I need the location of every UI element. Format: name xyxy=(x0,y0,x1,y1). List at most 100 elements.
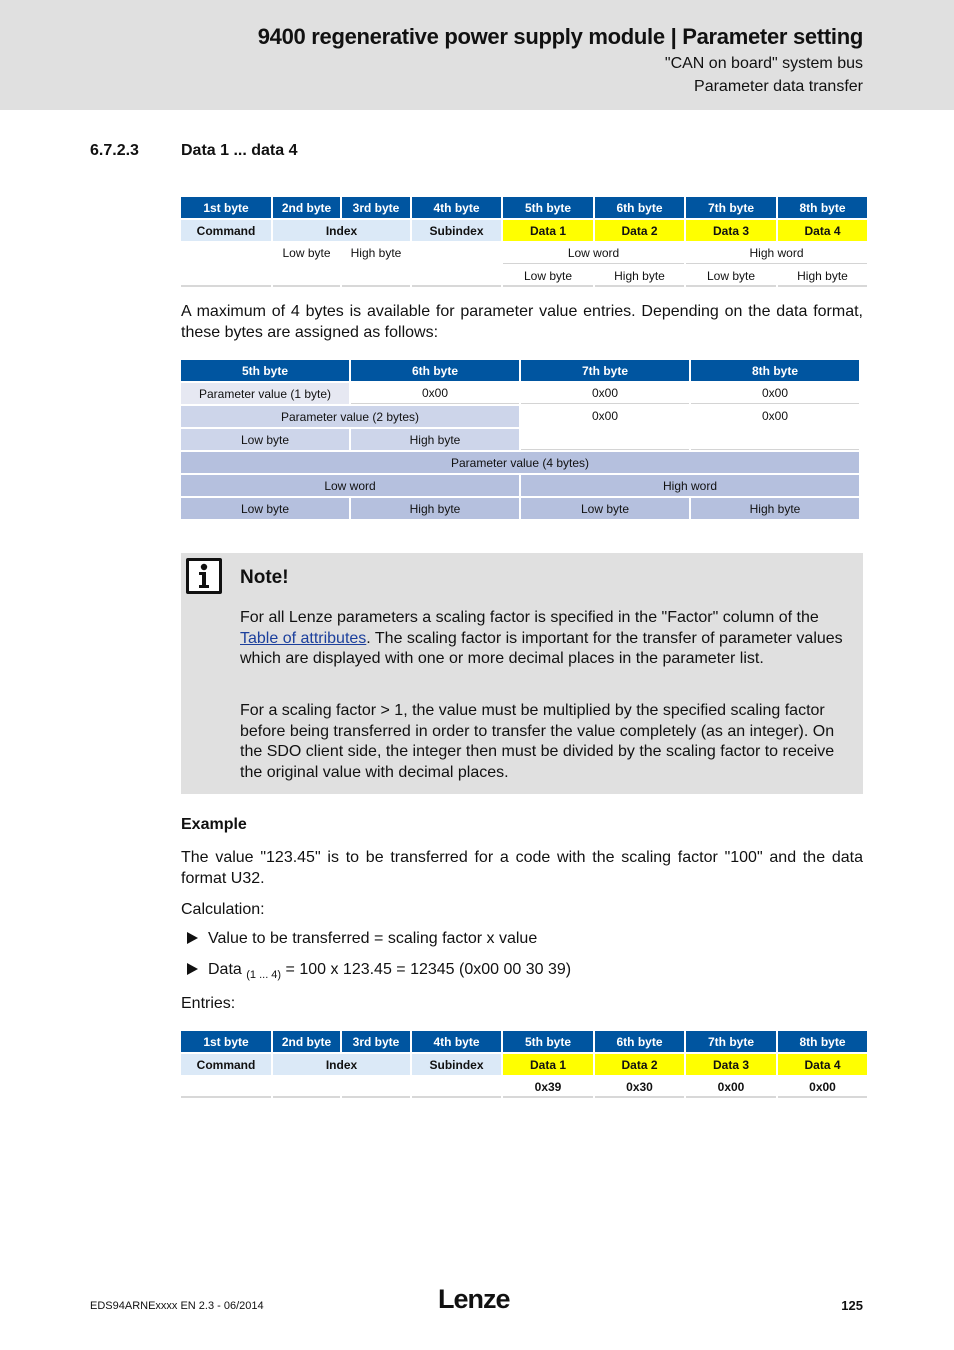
bullet-item: Value to be transferred = scaling factor… xyxy=(187,930,537,948)
header-cell: 6th byte xyxy=(351,360,519,381)
page-header: 9400 regenerative power supply module | … xyxy=(0,0,954,110)
header-cell: 5th byte xyxy=(503,1031,593,1052)
table-row: Parameter value (4 bytes) xyxy=(181,452,859,473)
table-row: Low byte High byte Low word High word xyxy=(181,243,867,287)
index-cell: Index xyxy=(273,1054,410,1075)
byte-cell: Low byte xyxy=(686,266,776,287)
byte-layout-table: 1st byte 2nd byte 3rd byte 4th byte 5th … xyxy=(179,195,869,289)
byte-cell: High byte xyxy=(595,266,684,287)
lenze-logo: Lenze xyxy=(438,1284,511,1314)
parameter-value-table: 5th byte 6th byte 7th byte 8th byte Para… xyxy=(179,358,861,521)
data-cell: Data 3 xyxy=(686,220,776,241)
bullet-text: Value to be transferred = scaling factor… xyxy=(208,930,538,947)
example-paragraph: The value "123.45" is to be transferred … xyxy=(181,849,863,887)
header-cell: 5th byte xyxy=(503,197,593,218)
param-1byte-cell: Parameter value (1 byte) xyxy=(181,383,349,404)
low-word-cell: Low word xyxy=(181,475,519,496)
table-row: Command Index Subindex Data 1 Data 2 Dat… xyxy=(181,220,867,241)
table-header-row: 5th byte 6th byte 7th byte 8th byte xyxy=(181,360,859,381)
subindex-cell: Subindex xyxy=(412,1054,501,1075)
value-cell: 0x00 xyxy=(521,406,689,450)
byte-cell: Low byte xyxy=(503,266,593,287)
value-cell: 0x00 xyxy=(778,1077,867,1098)
subindex-cell: Subindex xyxy=(412,220,501,241)
section-subtitle: Parameter data transfer xyxy=(694,78,863,95)
header-cell: 8th byte xyxy=(691,360,859,381)
empty-cell xyxy=(181,1077,271,1098)
data-cell: Data 4 xyxy=(778,220,867,241)
table-header-row: 1st byte 2nd byte 3rd byte 4th byte 5th … xyxy=(181,1031,867,1052)
empty-cell xyxy=(412,1077,501,1098)
table-row: Low word High word xyxy=(181,475,859,496)
data-cell: Data 1 xyxy=(503,220,593,241)
header-cell: 2nd byte xyxy=(273,197,340,218)
header-cell: 6th byte xyxy=(595,197,684,218)
document-id: EDS94ARNExxxx EN 2.3 - 06/2014 xyxy=(90,1300,264,1312)
header-cell: 2nd byte xyxy=(273,1031,340,1052)
header-cell: 1st byte xyxy=(181,1031,271,1052)
param-4bytes-cell: Parameter value (4 bytes) xyxy=(181,452,859,473)
table-row: Command Index Subindex Data 1 Data 2 Dat… xyxy=(181,1054,867,1075)
entries-label: Entries: xyxy=(181,995,236,1012)
header-cell: 7th byte xyxy=(686,1031,776,1052)
byte-cell: Low byte xyxy=(521,498,689,519)
data-cell: Data 1 xyxy=(503,1054,593,1075)
header-cell: 4th byte xyxy=(412,1031,501,1052)
value-cell: 0x00 xyxy=(686,1077,776,1098)
bullet-arrow-icon xyxy=(187,932,198,944)
bullet-arrow-icon xyxy=(187,963,198,975)
byte-cell: High byte xyxy=(351,429,519,450)
note-paragraph: For a scaling factor > 1, the value must… xyxy=(240,702,835,781)
value-cell: 0x00 xyxy=(691,383,859,404)
empty-cell xyxy=(342,1077,410,1098)
high-word-cell: High word xyxy=(521,475,859,496)
intro-paragraph: A maximum of 4 bytes is available for pa… xyxy=(181,303,863,341)
bullet-text: = 100 x 123.45 = 12345 (0x00 00 30 39) xyxy=(281,961,572,978)
data-cell: Data 4 xyxy=(778,1054,867,1075)
page-number: 125 xyxy=(841,1298,863,1313)
header-cell: 5th byte xyxy=(181,360,349,381)
empty-cell xyxy=(273,1077,340,1098)
bullet-item: Data (1 ... 4) = 100 x 123.45 = 12345 (0… xyxy=(187,961,571,981)
bullet-text: Data xyxy=(208,961,247,978)
param-2bytes-cell: Parameter value (2 bytes) xyxy=(181,406,519,427)
bullet-subscript: (1 ... 4) xyxy=(246,969,282,981)
index-cell: Index xyxy=(273,220,410,241)
header-cell: 1st byte xyxy=(181,197,271,218)
entries-table: 1st byte 2nd byte 3rd byte 4th byte 5th … xyxy=(179,1029,869,1100)
section-title: Data 1 ... data 4 xyxy=(181,142,298,159)
table-row: Parameter value (1 byte) 0x00 0x00 0x00 xyxy=(181,383,859,404)
byte-cell: High byte xyxy=(691,498,859,519)
value-cell: 0x39 xyxy=(503,1077,593,1098)
section-number: 6.7.2.3 xyxy=(90,142,139,159)
command-cell: Command xyxy=(181,220,271,241)
table-row: 0x39 0x30 0x00 0x00 xyxy=(181,1077,867,1098)
header-cell: 7th byte xyxy=(686,197,776,218)
value-cell: 0x00 xyxy=(521,383,689,404)
command-cell: Command xyxy=(181,1054,271,1075)
example-heading: Example xyxy=(181,816,247,833)
header-cell: 8th byte xyxy=(778,197,867,218)
data-cell: Data 2 xyxy=(595,220,684,241)
empty-cell xyxy=(181,243,271,287)
table-header-row: 1st byte 2nd byte 3rd byte 4th byte 5th … xyxy=(181,197,867,218)
note-paragraph: For all Lenze parameters a scaling facto… xyxy=(240,608,846,670)
header-cell: 4th byte xyxy=(412,197,501,218)
note-box: Note! For all Lenze parameters a scaling… xyxy=(181,553,863,794)
empty-cell xyxy=(412,243,501,287)
high-word-cell: High word xyxy=(686,243,867,264)
note-text: For all Lenze parameters a scaling facto… xyxy=(240,609,819,626)
header-cell: 8th byte xyxy=(778,1031,867,1052)
low-word-cell: Low word xyxy=(503,243,684,264)
byte-cell: Low byte xyxy=(181,429,349,450)
chapter-subtitle: "CAN on board" system bus xyxy=(664,55,863,72)
document-title: 9400 regenerative power supply module | … xyxy=(257,24,864,49)
note-title: Note! xyxy=(240,567,289,588)
calculation-label: Calculation: xyxy=(181,901,265,918)
table-row: Parameter value (2 bytes) 0x00 0x00 xyxy=(181,406,859,450)
header-cell: 7th byte xyxy=(521,360,689,381)
byte-cell: Low byte xyxy=(181,498,349,519)
table-of-attributes-link[interactable]: Table of attributes xyxy=(240,630,366,647)
byte-cell: High byte xyxy=(351,498,519,519)
byte-cell: High byte xyxy=(778,266,867,287)
